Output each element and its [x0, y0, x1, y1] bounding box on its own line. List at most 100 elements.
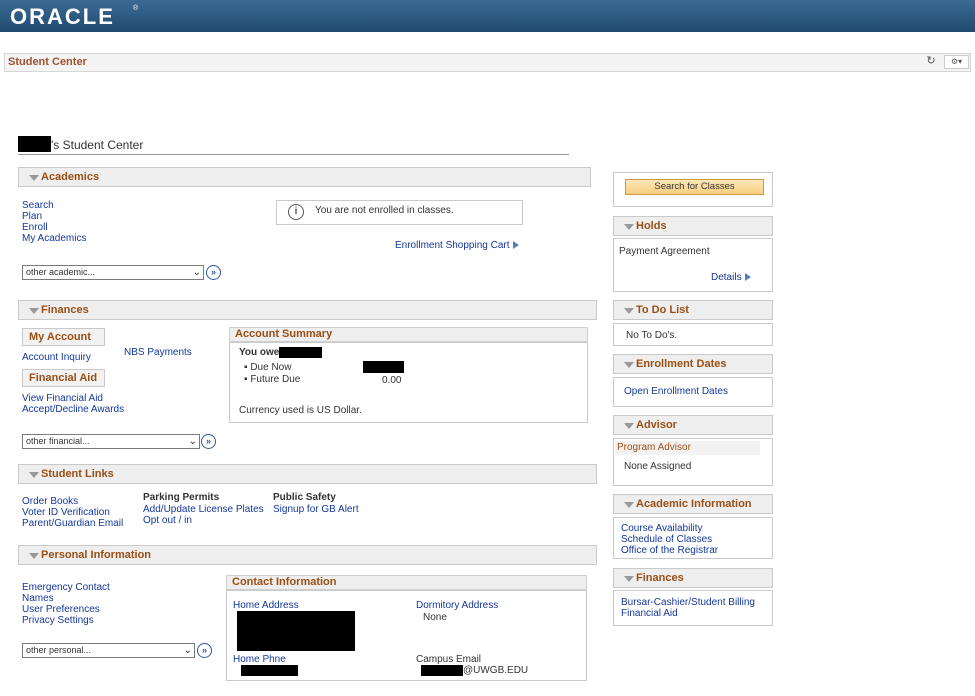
right-finances-header[interactable]: Finances	[613, 568, 773, 588]
office-of-registrar-link[interactable]: Office of the Registrar	[621, 545, 718, 556]
gear-icon[interactable]: ⚙▾	[944, 55, 969, 69]
order-books-link[interactable]: Order Books	[22, 496, 78, 507]
program-advisor-subheader: Program Advisor	[615, 441, 760, 455]
academics-section-header[interactable]: Academics	[18, 167, 591, 187]
academics-link-plan[interactable]: Plan	[22, 211, 42, 222]
user-preferences-link[interactable]: User Preferences	[22, 604, 100, 615]
academics-select-value: other academic...	[26, 267, 96, 277]
right-finances-header-label: Finances	[636, 572, 684, 584]
enrollment-notice-text: You are not enrolled in classes.	[315, 205, 454, 216]
finances-select[interactable]: other financial... ⌄	[22, 434, 200, 449]
open-enrollment-dates-link[interactable]: Open Enrollment Dates	[624, 386, 728, 397]
advisor-box: Program Advisor None Assigned	[613, 438, 773, 486]
my-account-header: My Account	[22, 328, 105, 346]
collapse-triangle-icon	[624, 502, 634, 508]
details-label: Details	[711, 272, 742, 283]
academics-go-button[interactable]: »	[206, 265, 221, 280]
page-header-bar	[4, 53, 971, 72]
dormitory-address-value: None	[423, 612, 447, 623]
dormitory-address-link[interactable]: Dormitory Address	[416, 600, 498, 611]
todo-header[interactable]: To Do List	[613, 300, 773, 320]
search-classes-panel: Search for Classes	[613, 172, 773, 207]
finances-header-label: Finances	[41, 304, 89, 316]
top-banner	[0, 0, 975, 32]
advisor-value: None Assigned	[624, 461, 692, 472]
privacy-settings-link[interactable]: Privacy Settings	[22, 615, 94, 626]
account-summary-box: You owe ▪ Due Now ▪ Future Due 0.00 Curr…	[229, 342, 588, 423]
voter-id-verification-link[interactable]: Voter ID Verification	[22, 507, 110, 518]
oracle-logo: ORACLE	[10, 4, 115, 29]
academics-link-enroll[interactable]: Enroll	[22, 222, 48, 233]
finances-select-value: other financial...	[26, 436, 90, 446]
collapse-triangle-icon	[624, 423, 634, 429]
home-address-link[interactable]: Home Address	[233, 600, 299, 611]
parent-guardian-email-link[interactable]: Parent/Guardian Email	[22, 518, 123, 529]
student-links-header-label: Student Links	[41, 468, 114, 480]
page-title: Student Center	[8, 56, 87, 68]
right-finances-box: Bursar-Cashier/Student Billing Financial…	[613, 590, 773, 626]
enrollment-dates-header[interactable]: Enrollment Dates	[613, 354, 773, 374]
account-inquiry-link[interactable]: Account Inquiry	[22, 352, 91, 363]
personal-go-button[interactable]: »	[197, 643, 212, 658]
names-link[interactable]: Names	[22, 593, 54, 604]
finances-go-button[interactable]: »	[201, 434, 216, 449]
academics-link-my-academics[interactable]: My Academics	[22, 233, 86, 244]
holds-box: Payment Agreement Details	[613, 238, 773, 292]
future-due-text: Future Due	[250, 374, 301, 385]
collapse-triangle-icon	[29, 308, 39, 314]
signup-gb-alert-link[interactable]: Signup for GB Alert	[273, 504, 359, 515]
schedule-of-classes-link[interactable]: Schedule of Classes	[621, 534, 712, 545]
add-update-license-plates-link[interactable]: Add/Update License Plates	[143, 504, 264, 515]
collapse-triangle-icon	[624, 362, 634, 368]
academic-information-header[interactable]: Academic Information	[613, 494, 773, 514]
academics-header-label: Academics	[41, 171, 100, 183]
registered-mark: ®	[133, 5, 139, 12]
personal-select[interactable]: other personal... ⌄	[22, 643, 195, 658]
student-links-section-header[interactable]: Student Links	[18, 464, 597, 484]
todo-box: No To Do's.	[613, 323, 773, 346]
due-now-text: Due Now	[250, 362, 292, 373]
you-owe-label: You owe	[239, 347, 280, 358]
academics-link-search[interactable]: Search	[22, 200, 54, 211]
accept-decline-awards-link[interactable]: Accept/Decline Awards	[22, 404, 124, 415]
arrow-right-icon	[512, 241, 519, 250]
enrollment-dates-header-label: Enrollment Dates	[636, 358, 727, 370]
search-for-classes-button[interactable]: Search for Classes	[625, 179, 764, 195]
no-todos-text: No To Do's.	[626, 330, 678, 341]
academic-information-header-label: Academic Information	[636, 498, 752, 510]
redacted-amount-owed	[279, 347, 322, 358]
future-due-value: 0.00	[382, 375, 402, 386]
view-financial-aid-link[interactable]: View Financial Aid	[22, 393, 103, 404]
holds-details-link[interactable]: Details	[711, 272, 751, 283]
campus-email-label: Campus Email	[416, 654, 482, 665]
emergency-contact-link[interactable]: Emergency Contact	[22, 582, 110, 593]
finances-section-header[interactable]: Finances	[18, 300, 597, 320]
collapse-triangle-icon	[624, 224, 634, 230]
enrollment-dates-box: Open Enrollment Dates	[613, 377, 773, 407]
home-phone-link[interactable]: Home Phne	[233, 654, 286, 665]
course-availability-link[interactable]: Course Availability	[621, 523, 703, 534]
collapse-triangle-icon	[624, 576, 634, 582]
arrow-right-icon	[744, 273, 751, 282]
payment-agreement-hold: Payment Agreement	[619, 246, 710, 257]
collapse-triangle-icon	[29, 175, 39, 181]
holds-header-label: Holds	[636, 220, 667, 232]
refresh-icon[interactable]: ↻	[923, 54, 939, 70]
nbs-payments-link[interactable]: NBS Payments	[124, 347, 192, 358]
holds-header[interactable]: Holds	[613, 216, 773, 236]
info-icon: i	[288, 204, 304, 220]
cart-link-label: Enrollment Shopping Cart	[395, 240, 510, 251]
academic-information-box: Course Availability Schedule of Classes …	[613, 517, 773, 559]
enrollment-shopping-cart-link[interactable]: Enrollment Shopping Cart	[395, 240, 519, 251]
redacted-email-user	[421, 665, 463, 676]
opt-out-in-link[interactable]: Opt out / in	[143, 515, 192, 526]
academics-select[interactable]: other academic... ⌄	[22, 265, 204, 280]
personal-info-header-label: Personal Information	[41, 549, 152, 561]
right-financial-aid-link[interactable]: Financial Aid	[621, 608, 678, 619]
advisor-header[interactable]: Advisor	[613, 415, 773, 435]
personal-info-section-header[interactable]: Personal Information	[18, 545, 597, 565]
collapse-triangle-icon	[29, 553, 39, 559]
account-summary-header: Account Summary	[229, 327, 588, 342]
bursar-cashier-link[interactable]: Bursar-Cashier/Student Billing	[621, 597, 755, 608]
redacted-student-name	[18, 136, 51, 152]
